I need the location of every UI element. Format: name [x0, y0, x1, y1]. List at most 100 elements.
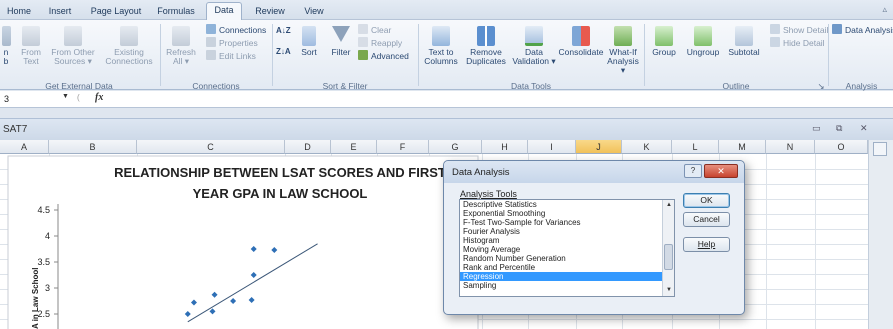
- column-header-c[interactable]: C: [137, 140, 285, 154]
- from-access-button[interactable]: n b: [0, 26, 12, 66]
- y-axis-label: A in Law School: [31, 268, 40, 329]
- ungroup-button[interactable]: Ungroup: [683, 26, 723, 57]
- tab-data[interactable]: Data: [206, 2, 242, 21]
- hide-detail-label: Hide Detail: [783, 38, 825, 48]
- column-header-n[interactable]: N: [766, 140, 815, 154]
- data-validation-button[interactable]: Data Validation ▾: [510, 26, 558, 66]
- tab-view[interactable]: View: [298, 4, 330, 20]
- column-header-j[interactable]: J: [576, 140, 622, 154]
- remove-duplicates-button[interactable]: Remove Duplicates: [463, 26, 509, 66]
- workbook-restore-icon[interactable]: ⧉: [836, 123, 842, 134]
- list-item[interactable]: Descriptive Statistics: [460, 200, 674, 209]
- column-header-d[interactable]: D: [285, 140, 331, 154]
- existing-connections-button[interactable]: Existing Connections: [103, 26, 155, 66]
- data-analysis-button[interactable]: Data Analysis: [832, 24, 893, 36]
- reapply-button[interactable]: Reapply: [358, 37, 402, 49]
- hide-detail-button[interactable]: Hide Detail: [770, 37, 825, 49]
- from-other-label-2: Sources ▾: [54, 56, 92, 66]
- column-header-g[interactable]: G: [429, 140, 482, 154]
- list-item[interactable]: Moving Average: [460, 245, 674, 254]
- sort-button[interactable]: Sort: [296, 26, 322, 57]
- clear-label: Clear: [371, 25, 392, 35]
- refresh-all-button[interactable]: Refresh All ▾: [163, 26, 199, 66]
- filter-button[interactable]: Filter: [328, 26, 354, 57]
- workbook-minimize-icon[interactable]: ▭: [812, 123, 821, 134]
- advanced-button[interactable]: Advanced: [358, 50, 409, 62]
- list-item-selected[interactable]: Regression: [460, 272, 674, 281]
- list-item[interactable]: Fourier Analysis: [460, 227, 674, 236]
- listbox-scrollbar[interactable]: ▲ ▼: [662, 200, 674, 296]
- scroll-down-icon[interactable]: ▼: [666, 287, 672, 293]
- column-header-l[interactable]: L: [672, 140, 719, 154]
- sort-z-to-a-button[interactable]: Z↓A: [276, 46, 291, 57]
- ribbon-minimize-icon[interactable]: ▵: [882, 4, 887, 15]
- tab-page-layout[interactable]: Page Layout: [86, 4, 146, 20]
- sort-za-icon: Z↓A: [276, 47, 291, 56]
- subtotal-label: Subtotal: [728, 47, 760, 57]
- list-item[interactable]: Sampling: [460, 281, 674, 290]
- group-label-outline: Outline: [722, 81, 750, 91]
- edit-links-icon: [206, 50, 216, 60]
- list-item[interactable]: Rank and Percentile: [460, 263, 674, 272]
- column-header-b[interactable]: B: [49, 140, 137, 154]
- reapply-label: Reapply: [371, 38, 403, 48]
- column-header-o[interactable]: O: [815, 140, 868, 154]
- list-item[interactable]: F-Test Two-Sample for Variances: [460, 218, 674, 227]
- help-button[interactable]: Help: [683, 237, 730, 252]
- cancel-button[interactable]: Cancel: [683, 212, 730, 227]
- from-text-button[interactable]: From Text: [18, 26, 44, 66]
- insert-function-icon[interactable]: fx: [95, 92, 103, 103]
- group-button[interactable]: Group: [648, 26, 680, 57]
- subtotal-button[interactable]: Subtotal: [724, 26, 764, 57]
- edit-links-button[interactable]: Edit Links: [206, 50, 256, 62]
- workbook-close-icon[interactable]: ✕: [860, 123, 868, 134]
- list-item[interactable]: Random Number Generation: [460, 254, 674, 263]
- tab-review[interactable]: Review: [250, 4, 290, 20]
- analysis-tools-listbox[interactable]: Descriptive Statistics Exponential Smoot…: [459, 199, 675, 297]
- properties-button[interactable]: Properties: [206, 37, 258, 49]
- tab-home[interactable]: Home: [2, 4, 36, 20]
- group-separator: [272, 24, 273, 86]
- chart-title: RELATIONSHIP BETWEEN LSAT SCORES AND FIR…: [70, 162, 490, 204]
- tab-insert[interactable]: Insert: [42, 4, 78, 20]
- existing-label-2: Connections: [105, 56, 153, 66]
- column-header-f[interactable]: F: [377, 140, 429, 154]
- y-tick-label: 4.5: [37, 205, 50, 215]
- from-other-sources-button[interactable]: From Other Sources ▾: [48, 26, 98, 66]
- column-header-a[interactable]: A: [0, 140, 49, 154]
- scroll-split-handle[interactable]: [873, 142, 887, 156]
- sort-icon: [302, 26, 316, 46]
- advanced-filter-icon: [358, 50, 368, 60]
- column-header-i[interactable]: I: [528, 140, 576, 154]
- sort-a-to-z-button[interactable]: A↓Z: [276, 25, 291, 36]
- dialog-title-bar[interactable]: Data Analysis ? ✕: [444, 161, 744, 183]
- vertical-scrollbar[interactable]: [868, 140, 893, 329]
- from-access-label-2: b: [3, 56, 9, 66]
- name-box-dropdown-icon[interactable]: ▼: [62, 93, 69, 100]
- dialog-help-icon[interactable]: ?: [684, 164, 702, 178]
- show-detail-button[interactable]: Show Detail: [770, 24, 828, 36]
- column-header-e[interactable]: E: [331, 140, 377, 154]
- scroll-up-icon[interactable]: ▲: [666, 202, 672, 208]
- properties-label: Properties: [219, 38, 258, 48]
- column-header-k[interactable]: K: [622, 140, 672, 154]
- column-header-m[interactable]: M: [719, 140, 766, 154]
- formula-cancel-icon[interactable]: (: [77, 93, 80, 102]
- other-sources-icon: [64, 26, 82, 46]
- column-header-h[interactable]: H: [482, 140, 528, 154]
- list-item[interactable]: Exponential Smoothing: [460, 209, 674, 218]
- text-file-icon: [22, 26, 40, 46]
- list-item[interactable]: Histogram: [460, 236, 674, 245]
- scrollbar-thumb[interactable]: [664, 244, 673, 270]
- text-to-columns-button[interactable]: Text to Columns: [420, 26, 462, 66]
- consolidate-button[interactable]: Consolidate: [558, 26, 604, 57]
- ok-button[interactable]: OK: [683, 193, 730, 208]
- dialog-close-button[interactable]: ✕: [704, 164, 738, 178]
- clear-button[interactable]: Clear: [358, 24, 391, 36]
- analysis-tools-label: Analysis Tools: [460, 189, 517, 199]
- what-if-analysis-button[interactable]: What-If Analysis ▾: [605, 26, 641, 75]
- tab-formulas[interactable]: Formulas: [154, 4, 198, 20]
- text-to-columns-label-2: Columns: [424, 56, 458, 66]
- connections-button[interactable]: Connections: [206, 24, 266, 36]
- chart-title-line-1: RELATIONSHIP BETWEEN LSAT SCORES AND FIR…: [114, 165, 446, 180]
